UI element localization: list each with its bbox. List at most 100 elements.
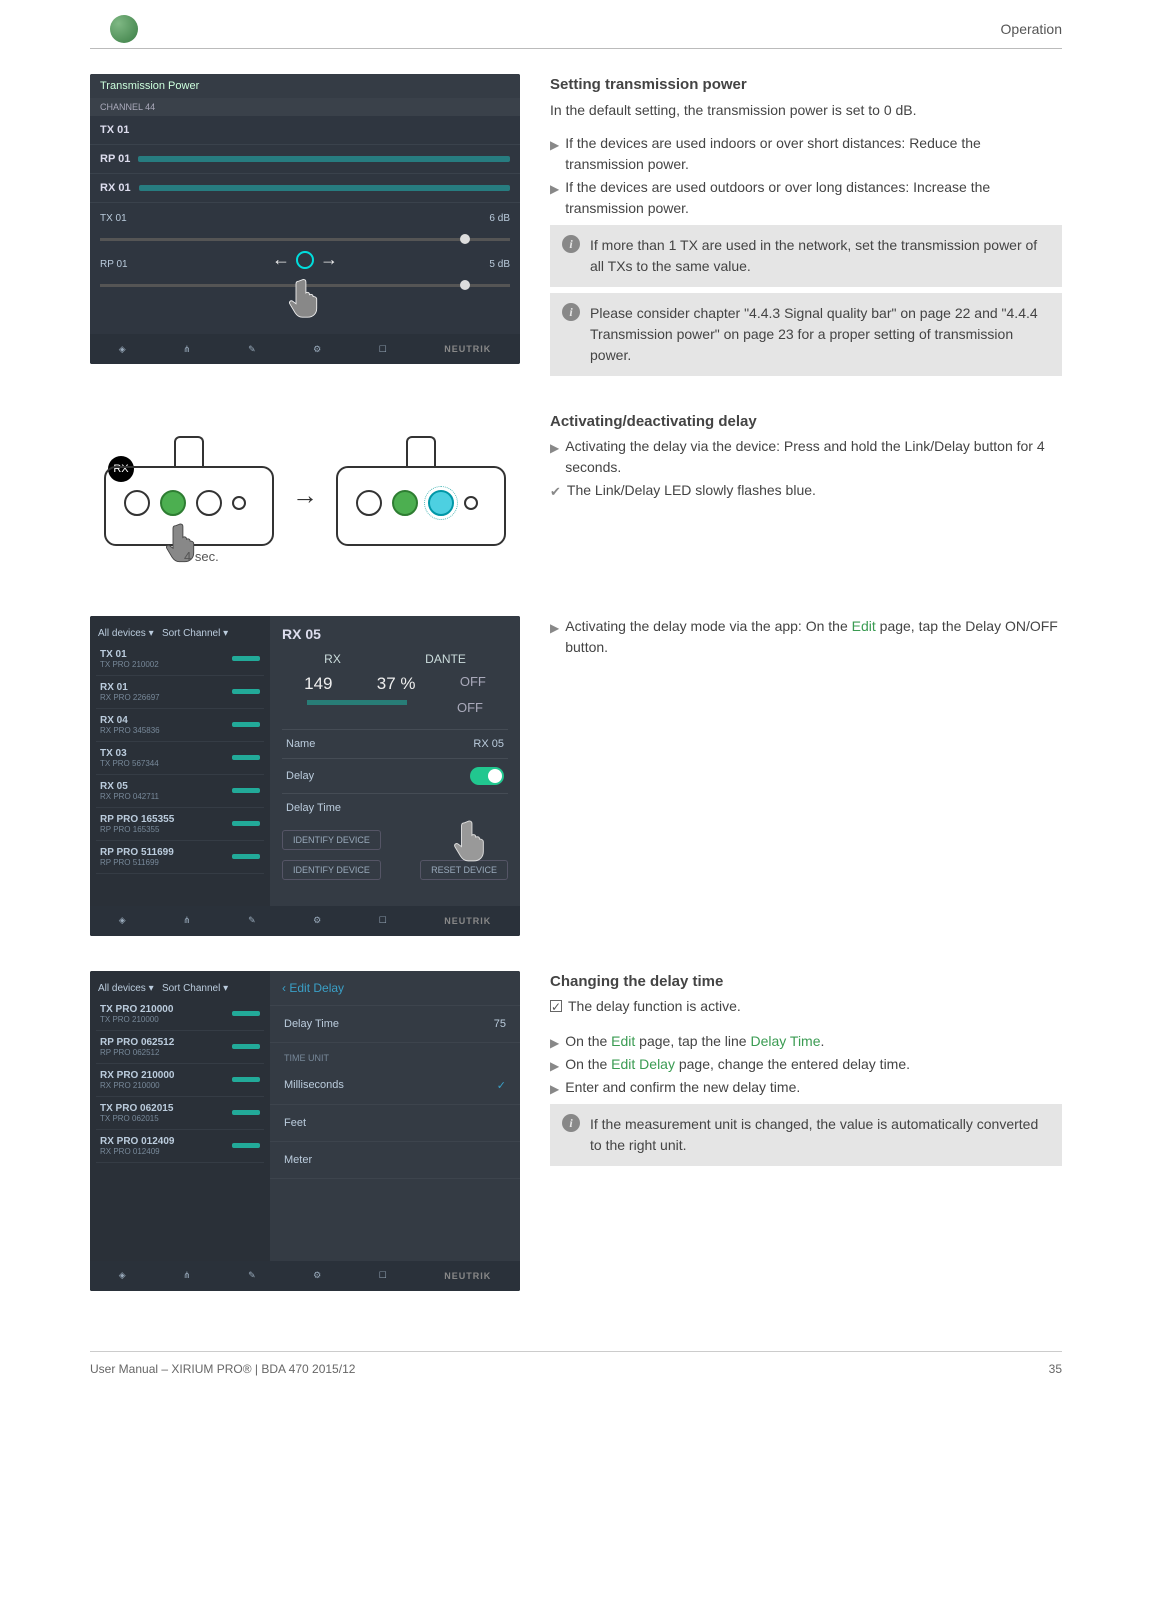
nav-icon[interactable]: ◈ <box>119 915 126 926</box>
sort-dropdown[interactable]: Sort Channel <box>162 628 220 639</box>
section4-action2: On the Edit Delay page, change the enter… <box>565 1054 910 1075</box>
identify-button-2[interactable]: IDENTIFY DEVICE <box>282 860 381 880</box>
device-circle-icon <box>356 490 382 516</box>
nav-icon[interactable]: ✎ <box>248 1270 256 1281</box>
page-footer: User Manual – XIRIUM PRO® | BDA 470 2015… <box>90 1351 1062 1376</box>
info-box-3: i If the measurement unit is changed, th… <box>550 1104 1062 1166</box>
device-led-green-icon <box>160 490 186 516</box>
sort-dropdown[interactable]: Sort Channel <box>162 983 220 994</box>
nav-icon[interactable]: ☐ <box>379 344 387 355</box>
device-list-item[interactable]: TX PRO 062015TX PRO 062015 <box>96 1097 264 1130</box>
nav-icon[interactable]: ⚙ <box>313 344 321 355</box>
device-dropdown[interactable]: All devices <box>98 628 146 639</box>
header-title: Operation <box>1001 21 1062 37</box>
app-edit-screenshot: All devices ▾ Sort Channel ▾ TX 01TX PRO… <box>90 616 520 936</box>
transmission-power-screenshot: Transmission Power CHANNEL 44 TX 01 RP 0… <box>90 74 520 364</box>
delay-label: Delay <box>286 770 314 782</box>
device-led-green-icon <box>392 490 418 516</box>
section2-action1: Activating the delay via the device: Pre… <box>565 436 1062 478</box>
time-label: 4 sec. <box>184 549 219 564</box>
nav-icon[interactable]: ⋔ <box>183 344 191 355</box>
nav-icon[interactable]: ☐ <box>379 915 387 926</box>
identify-button[interactable]: IDENTIFY DEVICE <box>282 830 381 850</box>
info-box-2: i Please consider chapter "4.4.3 Signal … <box>550 293 1062 376</box>
section1-action1: If the devices are used indoors or over … <box>565 133 1062 175</box>
device-press-diagram: RX 4 sec. → <box>90 411 520 581</box>
nav-icon[interactable]: ✎ <box>248 344 256 355</box>
rx-col-label: RX <box>324 652 341 666</box>
delay-time-row-label[interactable]: Delay Time <box>284 1018 339 1030</box>
device-list-item[interactable]: RP PRO 511699RP PRO 511699 <box>96 841 264 874</box>
nav-icon[interactable]: ⋔ <box>183 915 191 926</box>
result-check-icon: ✔ <box>550 482 561 502</box>
page-header: Operation <box>90 0 1062 49</box>
delay-time-label[interactable]: Delay Time <box>286 802 341 814</box>
tx-label: TX 01 <box>100 124 129 136</box>
nav-icon[interactable]: ⚙ <box>313 1270 321 1281</box>
device-list-item[interactable]: RX PRO 012409RX PRO 012409 <box>96 1130 264 1163</box>
unit-meter[interactable]: Meter <box>284 1154 312 1166</box>
brand-label: NEUTRIK <box>444 916 491 926</box>
nav-icon[interactable]: ✎ <box>248 915 256 926</box>
rx-label: RX 01 <box>100 182 131 194</box>
delay-toggle[interactable] <box>470 767 504 785</box>
device-list-item[interactable]: RX 01RX PRO 226697 <box>96 676 264 709</box>
nav-icon[interactable]: ⚙ <box>313 915 321 926</box>
device-list-item[interactable]: RP PRO 062512RP PRO 062512 <box>96 1031 264 1064</box>
section4-precond: The delay function is active. <box>568 996 741 1017</box>
device-led-blue-flash-icon <box>428 490 454 516</box>
device-list-item[interactable]: TX 01TX PRO 210002 <box>96 643 264 676</box>
section1-para: In the default setting, the transmission… <box>550 100 1062 121</box>
delay-time-value: 75 <box>494 1018 506 1030</box>
ss1-title: Transmission Power <box>100 80 199 92</box>
device-list-item[interactable]: RX 05RX PRO 042711 <box>96 775 264 808</box>
section2-title: Activating/deactivating delay <box>550 411 1062 434</box>
nav-icon[interactable]: ◈ <box>119 1270 126 1281</box>
breadcrumb-back[interactable]: Edit Delay <box>270 971 520 1006</box>
name-value[interactable]: RX 05 <box>473 738 504 750</box>
info-box-1: i If more than 1 TX are used in the netw… <box>550 225 1062 287</box>
page-number: 35 <box>1049 1362 1062 1376</box>
action-bullet-icon: ▶ <box>550 1034 559 1052</box>
brand-logo-icon <box>110 15 138 43</box>
tx-slider[interactable] <box>100 238 510 241</box>
device-list-item[interactable]: RP PRO 165355RP PRO 165355 <box>96 808 264 841</box>
info1-text: If more than 1 TX are used in the networ… <box>590 235 1050 277</box>
edit-delay-screenshot: All devices ▾ Sort Channel ▾ TX PRO 2100… <box>90 971 520 1291</box>
device-small-icon <box>232 496 246 510</box>
device-list-item[interactable]: TX PRO 210000TX PRO 210000 <box>96 998 264 1031</box>
hand-pointer-icon <box>284 274 326 319</box>
info3-text: If the measurement unit is changed, the … <box>590 1114 1050 1156</box>
edit-link: Edit <box>852 618 876 634</box>
brand-label: NEUTRIK <box>444 1271 491 1281</box>
info-icon: i <box>562 303 580 321</box>
device-list-item[interactable]: RX 04RX PRO 345836 <box>96 709 264 742</box>
action-bullet-icon: ▶ <box>550 439 559 457</box>
panel-title: RX 05 <box>282 626 508 642</box>
stat-val1: 149 <box>304 674 332 694</box>
device-button-icon <box>196 490 222 516</box>
nav-icon[interactable]: ⋔ <box>183 1270 191 1281</box>
name-label: Name <box>286 738 315 750</box>
hand-tap-icon <box>452 814 490 864</box>
section2-result1: The Link/Delay LED slowly flashes blue. <box>567 480 816 501</box>
section1-title: Setting transmission power <box>550 74 1062 97</box>
arrow-right-icon: → <box>292 480 318 511</box>
dante-off: OFF <box>460 674 486 694</box>
nav-icon[interactable]: ☐ <box>379 1270 387 1281</box>
nav-icon[interactable]: ◈ <box>119 344 126 355</box>
action-bullet-icon: ▶ <box>550 1080 559 1098</box>
section1-action2: If the devices are used outdoors or over… <box>565 177 1062 219</box>
device-dropdown[interactable]: All devices <box>98 983 146 994</box>
ss1-channel-header: CHANNEL 44 <box>90 98 520 116</box>
unit-ms[interactable]: Milliseconds <box>284 1079 344 1092</box>
unit-feet[interactable]: Feet <box>284 1117 306 1129</box>
device-circle-icon <box>124 490 150 516</box>
checkmark-icon: ✓ <box>497 1079 506 1092</box>
device-list-item[interactable]: TX 03TX PRO 567344 <box>96 742 264 775</box>
device-list-item[interactable]: RX PRO 210000RX PRO 210000 <box>96 1064 264 1097</box>
action-bullet-icon: ▶ <box>550 1057 559 1075</box>
precondition-checkbox-icon <box>550 1000 562 1012</box>
rp-label: RP 01 <box>100 153 130 165</box>
section4-action3: Enter and confirm the new delay time. <box>565 1077 800 1098</box>
